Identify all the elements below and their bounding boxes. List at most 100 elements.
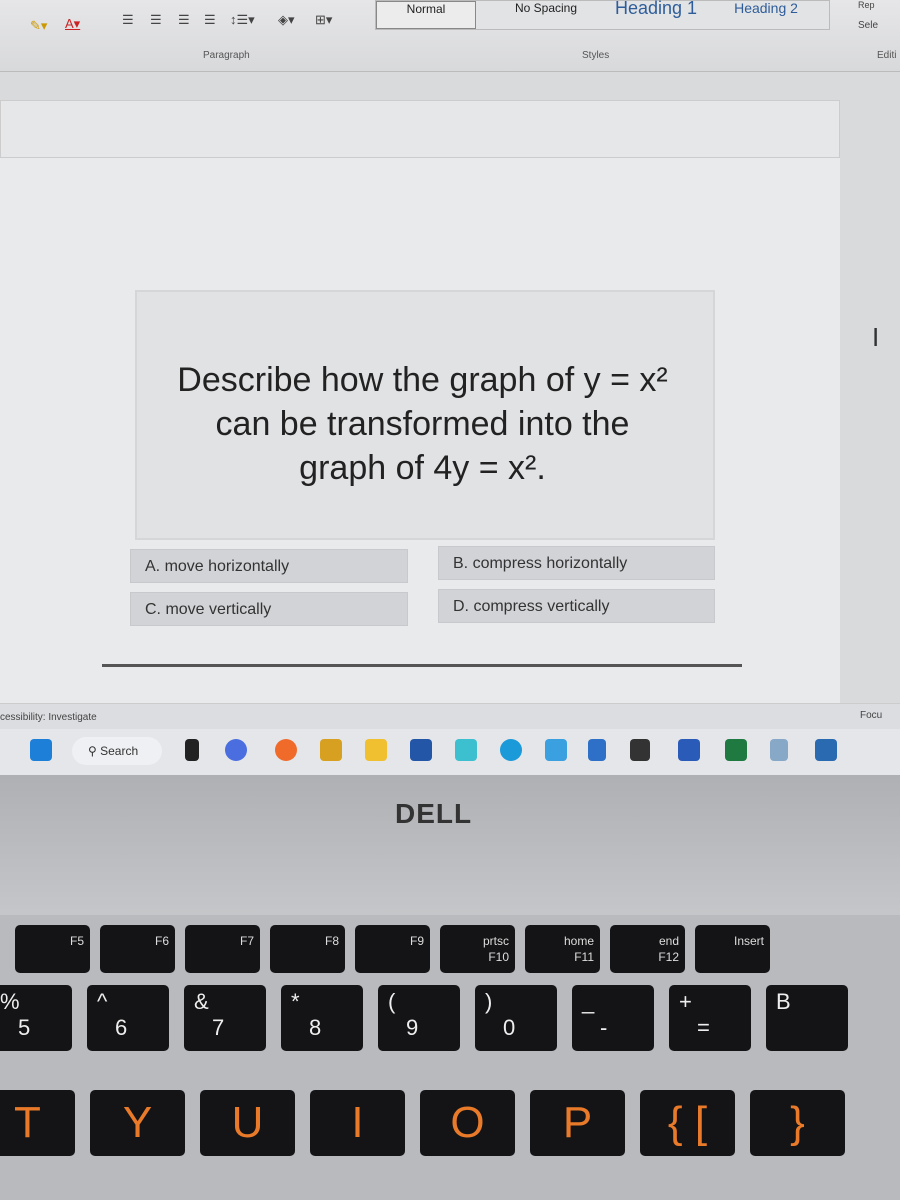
ribbon: ✎▾ A▾ ☰ ☰ ☰ ☰ ↕☰▾ ◈▾ ⊞▾ Paragraph Normal… [0, 0, 900, 72]
key-top-label: prtsc [482, 934, 509, 948]
key-number[interactable]: % 5 [0, 985, 72, 1051]
amazon-icon[interactable] [630, 739, 650, 761]
edge-icon[interactable] [500, 739, 522, 761]
highlight-icon[interactable]: ✎▾ [30, 18, 47, 34]
key-label: F11 [574, 950, 594, 964]
question-line: can be transformed into the [215, 405, 630, 443]
start-icon[interactable] [30, 739, 52, 761]
word-icon[interactable] [678, 739, 700, 761]
key-number[interactable]: (9 [378, 985, 460, 1051]
key-f[interactable]: end F12 [610, 925, 685, 973]
key-f[interactable]: F9 [355, 925, 430, 973]
align-right-icon[interactable]: ☰ [178, 12, 190, 28]
status-bar: cessibility: Investigate Focu [0, 703, 900, 729]
option-b[interactable]: B. compress horizontally [438, 546, 715, 580]
align-center-icon[interactable]: ☰ [150, 12, 162, 28]
store-icon[interactable] [410, 739, 432, 761]
key-number[interactable]: * 8 [281, 985, 363, 1051]
styles-gallery[interactable]: Normal No Spacing Heading 1 Heading 2 [375, 0, 830, 30]
meet-icon[interactable] [225, 739, 247, 761]
key-shift-label: * [291, 989, 300, 1014]
justify-icon[interactable]: ☰ [204, 12, 216, 28]
key-letter[interactable]: P [530, 1090, 625, 1156]
styles-group-label: Styles [582, 50, 610, 61]
focus-button[interactable]: Focu [860, 710, 882, 721]
text-cursor-icon: I [872, 322, 880, 352]
key-letter[interactable]: Y [90, 1090, 185, 1156]
excel-icon[interactable] [725, 739, 747, 761]
key-label: 5 [18, 1015, 31, 1040]
divider-line [102, 664, 742, 667]
key-f[interactable]: Insert [695, 925, 770, 973]
key-number[interactable]: _ - [572, 985, 654, 1051]
question-text: Describe how the graph of y = x² can be … [135, 358, 710, 490]
search-icon: ⚲ [88, 744, 101, 758]
key-shift-label: _ [582, 989, 595, 1014]
key-letter[interactable]: U [200, 1090, 295, 1156]
key-label: 8 [309, 1015, 322, 1040]
key-f[interactable]: F7 [185, 925, 260, 973]
key-letter[interactable]: I [310, 1090, 405, 1156]
style-no-spacing[interactable]: No Spacing [496, 1, 596, 29]
key-letter[interactable]: O [420, 1090, 515, 1156]
paragraph-group-label: Paragraph [203, 50, 250, 61]
style-heading-2[interactable]: Heading 2 [716, 1, 816, 29]
key-number[interactable]: ) 0 [475, 985, 557, 1051]
file-explorer-icon[interactable] [365, 739, 387, 761]
key-shift-label: % [0, 989, 20, 1014]
select-button[interactable]: Sele [858, 20, 878, 31]
files-l-icon[interactable] [185, 739, 199, 761]
key-letter[interactable]: { [ [640, 1090, 735, 1156]
key-label: F7 [239, 934, 254, 948]
key-number[interactable]: B [766, 985, 848, 1051]
document-header-area [0, 100, 840, 158]
key-number[interactable]: + = [669, 985, 751, 1051]
align-left-icon[interactable]: ☰ [122, 12, 134, 28]
accessibility-status[interactable]: cessibility: Investigate [0, 712, 97, 723]
style-normal[interactable]: Normal [376, 1, 476, 29]
replace-button[interactable]: Rep [858, 0, 875, 10]
key-f[interactable]: home F11 [525, 925, 600, 973]
dell-logo: DELL [395, 798, 473, 829]
mail-icon[interactable] [545, 739, 567, 761]
laptop-bezel [0, 775, 900, 920]
search-box[interactable]: ⚲ Search [72, 737, 162, 765]
key-f[interactable]: F8 [270, 925, 345, 973]
line-spacing-icon[interactable]: ↕☰▾ [230, 12, 255, 28]
teal-app-icon[interactable] [455, 739, 477, 761]
key-f[interactable]: F6 [100, 925, 175, 973]
key-label: 9 [406, 1015, 419, 1040]
option-d[interactable]: D. compress vertically [438, 589, 715, 623]
shading-icon[interactable]: ◈▾ [278, 12, 295, 28]
key-label: 7 [212, 1015, 225, 1040]
font-color-icon[interactable]: A▾ [65, 16, 80, 32]
key-letter[interactable]: } [750, 1090, 845, 1156]
key-shift-label: + [679, 989, 692, 1014]
borders-icon[interactable]: ⊞▾ [315, 12, 332, 28]
key-number[interactable]: & 7 [184, 985, 266, 1051]
option-a[interactable]: A. move horizontally [130, 549, 408, 583]
question-line: Describe how the graph of y = x² [177, 361, 668, 399]
key-label: F8 [324, 934, 339, 948]
style-heading-1[interactable]: Heading 1 [601, 0, 711, 29]
firefox-icon[interactable] [275, 739, 297, 761]
option-c[interactable]: C. move vertically [130, 592, 408, 626]
laptop-screen: ✎▾ A▾ ☰ ☰ ☰ ☰ ↕☰▾ ◈▾ ⊞▾ Paragraph Normal… [0, 0, 900, 775]
key-label: F6 [154, 934, 169, 948]
key-number[interactable]: ^ 6 [87, 985, 169, 1051]
key-f[interactable]: prtsc F10 [440, 925, 515, 973]
key-shift-label: ) [485, 989, 493, 1014]
h-app-icon[interactable] [588, 739, 606, 761]
key-top-label: end [658, 934, 679, 948]
a-app-icon[interactable] [815, 739, 837, 761]
key-shift-label: ^ [97, 989, 108, 1014]
puzzle-icon[interactable] [320, 739, 342, 761]
key-f[interactable]: F5 [15, 925, 90, 973]
search-label: Search [100, 744, 139, 758]
key-label: 0 [503, 1015, 516, 1040]
snipping-icon[interactable] [770, 739, 788, 761]
key-label: = [697, 1015, 710, 1040]
key-top-label: home [563, 934, 594, 948]
key-label: F5 [69, 934, 84, 948]
key-letter[interactable]: T [0, 1090, 75, 1156]
